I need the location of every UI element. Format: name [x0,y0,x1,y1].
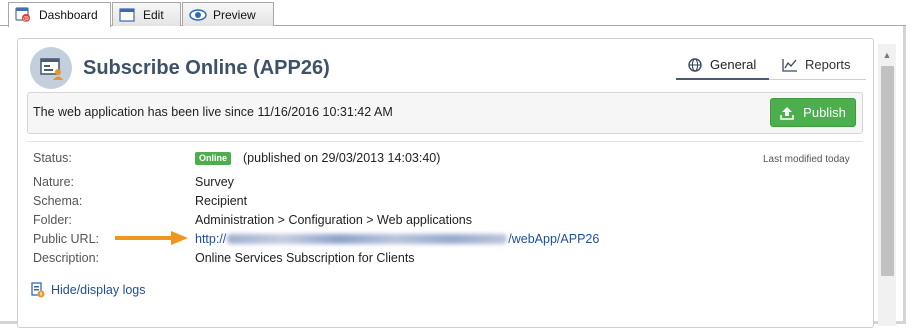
edit-window-icon [119,7,135,23]
public-url-label: Public URL: [33,232,99,246]
schema-label: Schema: [33,194,83,208]
active-tab-indicator [676,78,769,80]
schema-value: Recipient [195,194,248,208]
dashboard-icon: @ [15,7,31,23]
publish-label: Publish [803,105,846,120]
tab-bar: @ Dashboard Edit Preview [0,0,906,27]
public-url-link[interactable]: http:// /webApp/APP26 [195,232,599,246]
nature-value: Survey [195,175,234,189]
scroll-up-arrow-icon[interactable]: ▲ [878,48,896,62]
live-status-text: The web application has been live since … [33,105,393,119]
section-divider [27,141,863,142]
upload-icon [780,106,794,120]
tab-general-label: General [710,57,757,72]
published-date: (published on 29/03/2013 14:03:40) [243,151,441,165]
logs-link-label: Hide/display logs [51,283,146,297]
folder-value: Administration > Configuration > Web app… [195,213,473,227]
tab-edit[interactable]: Edit [112,2,181,26]
logs-info-icon [31,282,45,298]
dashboard-panel [17,38,874,328]
line-chart-icon [782,58,798,72]
description-label: Description: [33,251,99,265]
description-value: Online Services Subscription for Clients [195,251,415,265]
svg-text:@: @ [23,16,29,23]
tab-reports-label: Reports [805,57,851,72]
publish-button[interactable]: Publish [770,98,856,127]
arrow-pointer-icon [115,231,188,245]
page-title: Subscribe Online (APP26) [83,57,330,79]
tab-dashboard[interactable]: @ Dashboard [8,2,111,27]
globe-icon [688,57,702,72]
scrollbar-thumb[interactable] [881,66,894,276]
tab-general[interactable]: General [688,57,756,72]
last-modified-text: Last modified today [763,154,850,165]
tab-reports[interactable]: Reports [782,57,851,72]
tab-preview-label: Preview [213,7,256,22]
tab-edit-label: Edit [143,7,164,22]
web-application-icon [30,47,72,89]
public-url-suffix: /webApp/APP26 [508,232,600,246]
hide-display-logs-link[interactable]: Hide/display logs [31,282,146,298]
eye-icon [189,7,207,23]
nature-label: Nature: [33,175,74,189]
status-badge: Online [195,152,232,165]
tab-dashboard-label: Dashboard [39,8,98,22]
folder-label: Folder: [33,213,72,227]
tab-preview[interactable]: Preview [182,2,274,26]
public-url-prefix: http:// [195,232,227,246]
status-label: Status: [33,151,72,165]
redacted-host [227,234,508,244]
